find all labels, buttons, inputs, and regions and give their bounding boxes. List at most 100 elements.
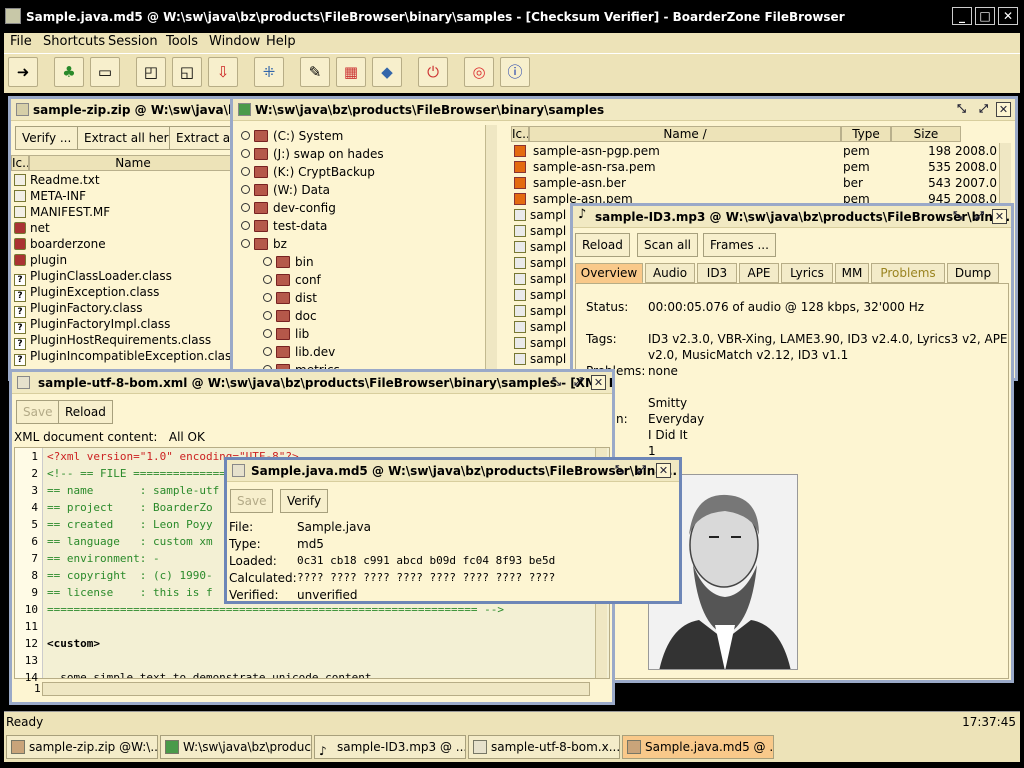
zip-list-item[interactable]: ? PluginIncompatibleException.class (11, 349, 233, 366)
zip-list-item[interactable]: META-INF (11, 189, 86, 205)
tab-dump[interactable]: Dump (947, 263, 999, 283)
close-icon[interactable]: ✕ (992, 209, 1007, 224)
menu-shortcuts[interactable]: Shortcuts (43, 34, 105, 49)
zip-list-item[interactable]: ? PluginFactory.class (11, 301, 142, 318)
col-name[interactable]: Name / (529, 126, 841, 142)
maximize-button[interactable]: □ (975, 7, 995, 25)
info-icon[interactable]: ⓘ (500, 57, 530, 87)
app-title-bar[interactable]: Sample.java.md5 @ W:\sw\java\bz\products… (0, 0, 1024, 33)
scan-all-button[interactable]: Scan all (637, 233, 699, 257)
expand-icon[interactable] (263, 275, 272, 284)
file-row[interactable]: sample-asn-pgp.pem pem 198 2008.0 (511, 144, 999, 160)
tree-scrollbar[interactable] (485, 125, 497, 378)
xml-title-bar[interactable]: sample-utf-8-bom.xml @ W:\sw\java\bz\pro… (12, 372, 612, 394)
expand-icon[interactable] (263, 257, 272, 266)
maximize-icon[interactable]: ⤢ (976, 102, 991, 117)
tree-node[interactable]: (W:) Data (241, 183, 330, 199)
xml-hscroll[interactable] (42, 682, 590, 696)
menu-session[interactable]: Session (108, 34, 158, 49)
zip-list-item[interactable]: boarderzone (11, 237, 106, 253)
file-row[interactable]: sampl (511, 304, 566, 320)
tree-node[interactable]: lib.dev (263, 345, 335, 361)
expand-icon[interactable] (241, 221, 250, 230)
tab-ape[interactable]: APE (739, 263, 779, 283)
tree-node[interactable]: dev-config (241, 201, 336, 217)
expand-icon[interactable] (241, 185, 250, 194)
file-row[interactable]: sampl (511, 336, 566, 352)
file-row[interactable]: sampl (511, 272, 566, 288)
file-row[interactable]: sample-asn-rsa.pem pem 535 2008.0 (511, 160, 999, 176)
zip-list-item[interactable]: ? PluginException.class (11, 285, 159, 302)
file-row[interactable]: sample-asn.ber ber 543 2007.0 (511, 176, 999, 192)
tree-node[interactable]: dist (263, 291, 317, 307)
window-icon[interactable]: ▭ (90, 57, 120, 87)
tree-node[interactable]: bin (263, 255, 314, 271)
lifebuoy-icon[interactable]: ◎ (464, 57, 494, 87)
file-row[interactable]: sampl (511, 320, 566, 336)
tab-audio[interactable]: Audio (645, 263, 695, 283)
expand-icon[interactable] (263, 293, 272, 302)
file-row[interactable]: sampl (511, 352, 566, 368)
md5-verify-button[interactable]: Verify (280, 489, 329, 513)
expand-icon[interactable] (241, 203, 250, 212)
file-row[interactable]: sampl (511, 288, 566, 304)
tree-node[interactable]: (J:) swap on hades (241, 147, 384, 163)
close-icon[interactable]: ✕ (996, 102, 1011, 117)
expand-icon[interactable] (263, 329, 272, 338)
minimize-icon[interactable]: ⤡ (612, 463, 627, 478)
zip-col-name[interactable]: Name (29, 155, 233, 171)
menu-file[interactable]: File (10, 34, 32, 49)
power-icon[interactable]: ⏻ (418, 57, 448, 87)
tree-node[interactable]: lib (263, 327, 309, 343)
expand-icon[interactable] (241, 239, 250, 248)
col-icon[interactable]: Ic... (511, 126, 529, 142)
xml-save-button[interactable]: Save (16, 400, 60, 424)
tree-node[interactable]: conf (263, 273, 321, 289)
expand-icon[interactable] (263, 347, 272, 356)
minimize-icon[interactable]: ⤡ (549, 375, 564, 390)
close-icon[interactable]: ✕ (656, 463, 671, 478)
download-icon[interactable]: ⇩ (208, 57, 238, 87)
expand-icon[interactable] (263, 311, 272, 320)
extract-all-here-button[interactable]: Extract all here (77, 126, 183, 150)
menu-tools[interactable]: Tools (166, 34, 198, 49)
task-xml[interactable]: sample-utf-8-bom.x... (468, 735, 620, 759)
tree-node[interactable]: (K:) CryptBackup (241, 165, 375, 181)
network-icon[interactable]: ⁜ (254, 57, 284, 87)
minimize-button[interactable]: _ (952, 7, 972, 25)
zip-list-item[interactable]: ? PluginHostRequirements.class (11, 333, 211, 350)
md5-title-bar[interactable]: Sample.java.md5 @ W:\sw\java\bz\products… (227, 460, 679, 482)
minimize-icon[interactable]: ⤡ (950, 209, 965, 224)
tree-node[interactable]: doc (263, 309, 317, 325)
browser-title-bar[interactable]: W:\sw\java\bz\products\FileBrowser\binar… (233, 99, 1015, 121)
task-zip[interactable]: sample-zip.zip @W:\... (6, 735, 158, 759)
task-browser[interactable]: W:\sw\java\bz\produc... (160, 735, 312, 759)
extract-all-to-button[interactable]: Extract all t (169, 126, 233, 150)
close-button[interactable]: ✕ (998, 7, 1018, 25)
edit-icon[interactable]: ✎ (300, 57, 330, 87)
cube-icon[interactable]: ◆ (372, 57, 402, 87)
frames-button[interactable]: Frames ... (703, 233, 776, 257)
minimize-icon[interactable]: ⤡ (954, 102, 969, 117)
maximize-icon[interactable]: ⤢ (972, 209, 987, 224)
verify-button[interactable]: Verify ... (15, 126, 79, 150)
maximize-icon[interactable]: ⤢ (634, 463, 649, 478)
task-mp3[interactable]: ♪ sample-ID3.mp3 @ ... (314, 735, 466, 759)
tab-overview[interactable]: Overview (575, 263, 643, 283)
file-row[interactable]: sampl (511, 208, 566, 224)
xml-reload-button[interactable]: Reload (58, 400, 113, 424)
tab-lyrics[interactable]: Lyrics (781, 263, 833, 283)
maximize-icon[interactable]: ⤢ (571, 375, 586, 390)
zip-col-icon[interactable]: Ic... (11, 155, 29, 171)
close-icon[interactable]: ✕ (591, 375, 606, 390)
reload-button[interactable]: Reload (575, 233, 630, 257)
col-type[interactable]: Type (841, 126, 891, 142)
expand-icon[interactable] (241, 149, 250, 158)
menu-help[interactable]: Help (266, 34, 296, 49)
md5-save-button[interactable]: Save (230, 489, 274, 513)
tree-node[interactable]: test-data (241, 219, 327, 235)
file-row[interactable]: sampl (511, 256, 566, 272)
tree-node[interactable]: bz (241, 237, 287, 253)
tile-icon[interactable]: ◱ (172, 57, 202, 87)
zip-list-item[interactable]: net (11, 221, 50, 237)
